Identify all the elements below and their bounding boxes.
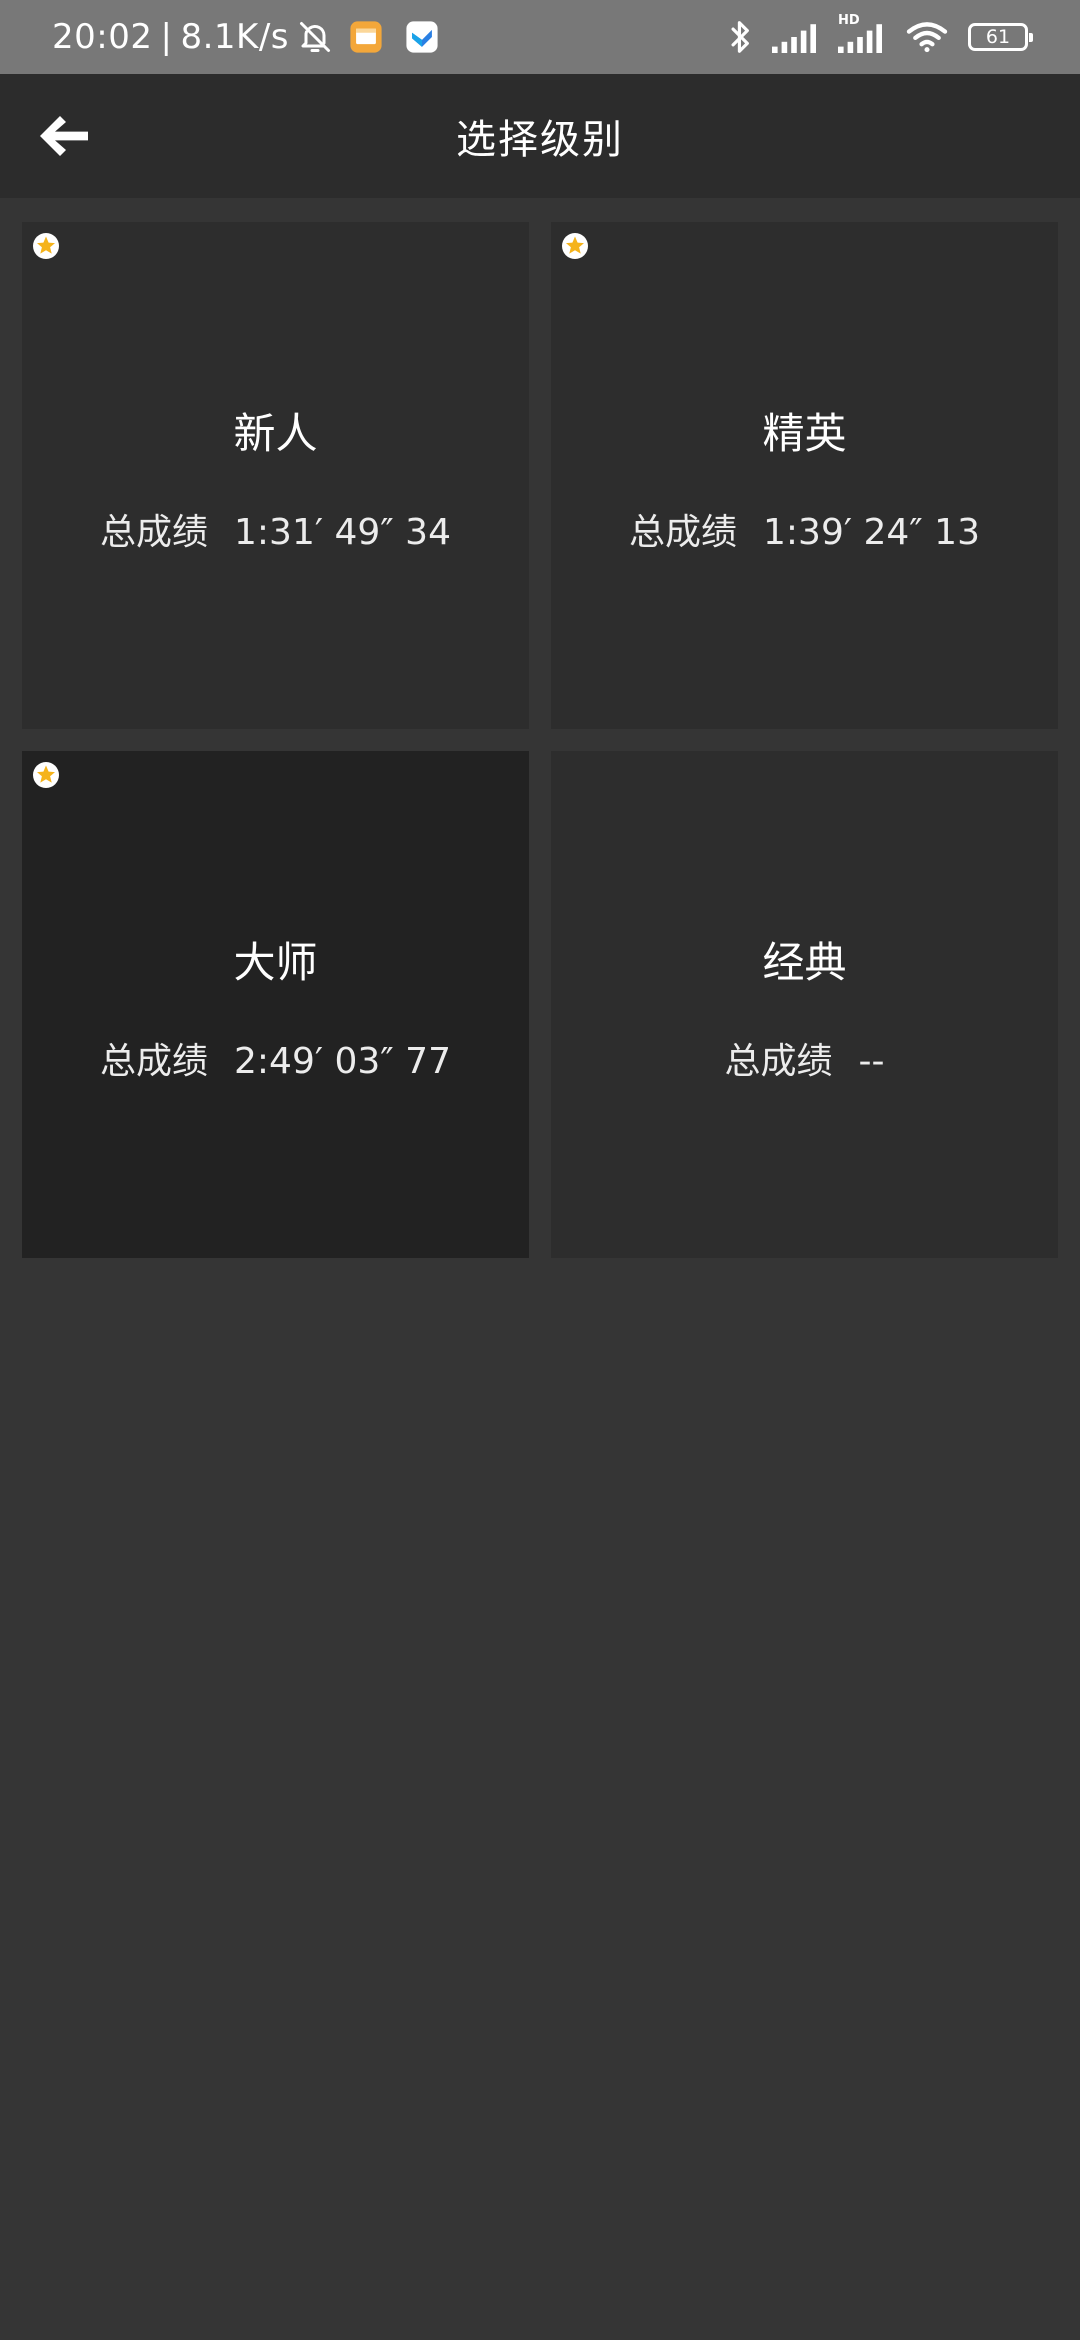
score-value: -- [858, 1041, 885, 1082]
app-bar: 选择级别 [0, 74, 1080, 198]
level-name: 经典 [762, 938, 847, 987]
level-grid: 新人 总成绩 1:31′ 49″ 34 精英 总成绩 1:39′ 24″ 13 … [22, 222, 1058, 1258]
level-score-row: 总成绩 2:49′ 03″ 77 [100, 1032, 451, 1084]
level-card-classic[interactable]: 经典 总成绩 -- [551, 751, 1058, 1258]
bluetooth-icon [728, 18, 754, 56]
level-score-row: 总成绩 1:39′ 24″ 13 [629, 503, 980, 555]
score-label: 总成绩 [100, 1041, 209, 1082]
level-score-row: 总成绩 -- [725, 1032, 885, 1084]
status-right: HD 61 [728, 13, 1033, 56]
battery-icon: 61 [968, 23, 1033, 51]
signal-hd-icon: HD [838, 13, 886, 53]
score-label: 总成绩 [629, 512, 738, 553]
signal-icon [772, 21, 820, 53]
gallery-app-icon [349, 20, 383, 54]
score-label: 总成绩 [100, 512, 209, 553]
star-badge-icon [562, 233, 588, 259]
battery-level: 61 [985, 25, 1011, 48]
level-score-row: 总成绩 1:31′ 49″ 34 [100, 503, 451, 555]
level-card-elite[interactable]: 精英 总成绩 1:39′ 24″ 13 [551, 222, 1058, 729]
level-name: 精英 [762, 409, 847, 458]
page-title: 选择级别 [456, 117, 624, 163]
level-name: 大师 [233, 938, 318, 987]
star-badge-icon [33, 762, 59, 788]
score-value: 1:39′ 24″ 13 [763, 512, 980, 553]
score-value: 2:49′ 03″ 77 [234, 1041, 451, 1082]
status-time: 20:02 [52, 17, 153, 57]
wifi-icon [904, 19, 950, 55]
score-label: 总成绩 [724, 1041, 833, 1082]
back-button[interactable] [30, 102, 98, 170]
status-bar: 20:02 | 8.1K/s HD 61 [0, 0, 1080, 74]
signal-hd-label: HD [838, 13, 860, 28]
score-value: 1:31′ 49″ 34 [234, 512, 451, 553]
status-left: 20:02 | 8.1K/s [52, 17, 439, 57]
bell-off-icon [297, 19, 333, 55]
maps-app-icon [405, 20, 439, 54]
level-card-newcomer[interactable]: 新人 总成绩 1:31′ 49″ 34 [22, 222, 529, 729]
network-speed: 8.1K/s [180, 17, 289, 57]
level-card-master[interactable]: 大师 总成绩 2:49′ 03″ 77 [22, 751, 529, 1258]
star-badge-icon [33, 233, 59, 259]
level-name: 新人 [233, 409, 318, 458]
arrow-left-icon [40, 116, 88, 156]
status-separator: | [160, 17, 173, 57]
